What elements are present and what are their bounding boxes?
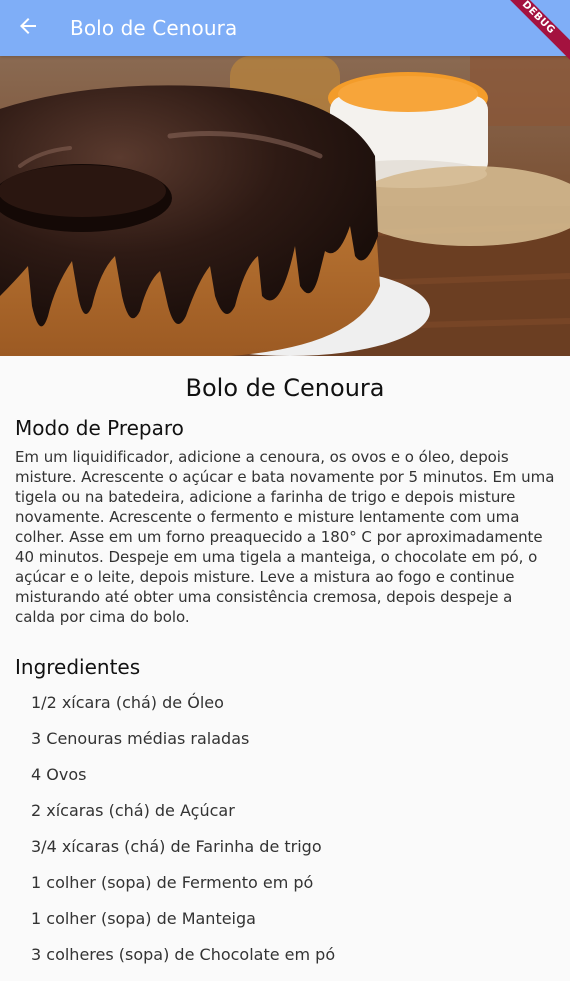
arrow-back-icon — [16, 14, 40, 42]
recipe-hero-image — [0, 56, 570, 356]
recipe-content: Bolo de Cenoura Modo de Preparo Em um li… — [0, 374, 570, 981]
app-bar: Bolo de Cenoura DEBUG — [0, 0, 570, 66]
ingredient-list: 1/2 xícara (chá) de Óleo 3 Cenouras médi… — [15, 693, 555, 981]
ingredient-item[interactable]: 1/2 xícara (chá) de Óleo — [31, 693, 555, 729]
ingredient-item[interactable]: 3/4 xícaras (chá) de Farinha de trigo — [31, 837, 555, 873]
back-button[interactable] — [0, 0, 56, 56]
ingredient-item[interactable]: 2 xícaras (chá) de Açúcar — [31, 801, 555, 837]
ingredient-item[interactable]: 3 Cenouras médias raladas — [31, 729, 555, 765]
ingredient-item[interactable]: 4 Ovos — [31, 765, 555, 801]
preparation-text: Em um liquidificador, adicione a cenoura… — [15, 448, 555, 626]
app-bar-title: Bolo de Cenoura — [70, 16, 238, 40]
debug-label: DEBUG — [490, 0, 570, 66]
ingredient-item[interactable]: 3 colheres (sopa) de Chocolate em pó — [31, 945, 555, 981]
preparation-heading: Modo de Preparo — [15, 416, 184, 440]
recipe-title: Bolo de Cenoura — [185, 374, 385, 402]
ingredient-item[interactable]: 1 colher (sopa) de Manteiga — [31, 909, 555, 945]
ingredient-item[interactable]: 1 colher (sopa) de Fermento em pó — [31, 873, 555, 909]
ingredients-heading: Ingredientes — [15, 655, 141, 679]
